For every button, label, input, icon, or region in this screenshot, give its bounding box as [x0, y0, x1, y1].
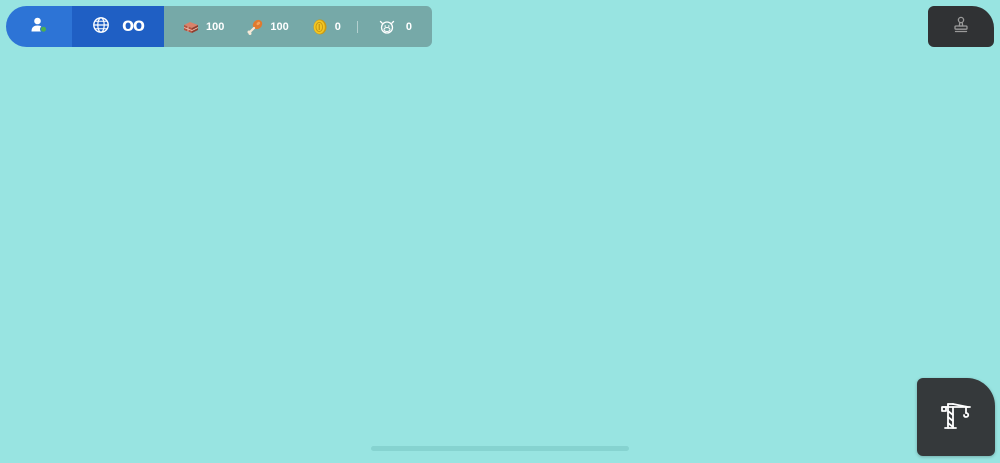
build-button[interactable]	[917, 378, 995, 456]
cow-icon	[378, 18, 396, 36]
world-button[interactable]: OO	[72, 6, 164, 47]
coins-count: 0	[334, 20, 341, 33]
top-right-menu-button[interactable]	[928, 6, 994, 47]
user-online-icon	[30, 16, 48, 38]
stamp-icon	[953, 16, 969, 38]
profile-button[interactable]	[6, 6, 72, 47]
bricks-count: 100	[206, 20, 225, 33]
top-hud-bar: OO 100 100 0 0	[6, 6, 432, 47]
resource-bar: 100 100 0 0	[164, 6, 432, 47]
food-count: 100	[270, 20, 289, 33]
coin-icon	[311, 18, 329, 36]
resource-coins[interactable]: 0	[311, 18, 341, 36]
drumstick-icon	[246, 18, 264, 36]
resource-divider	[356, 20, 358, 33]
home-indicator[interactable]	[371, 446, 629, 451]
world-value: OO	[122, 18, 145, 35]
game-viewport[interactable]: OO 100 100 0 0	[0, 0, 1000, 463]
bricks-icon	[182, 18, 200, 36]
globe-icon	[92, 16, 110, 38]
cows-count: 0	[405, 20, 412, 33]
resource-bricks[interactable]: 100	[182, 18, 224, 36]
resource-food[interactable]: 100	[246, 18, 289, 36]
resource-cows[interactable]: 0	[378, 18, 412, 36]
crane-icon	[939, 399, 973, 435]
